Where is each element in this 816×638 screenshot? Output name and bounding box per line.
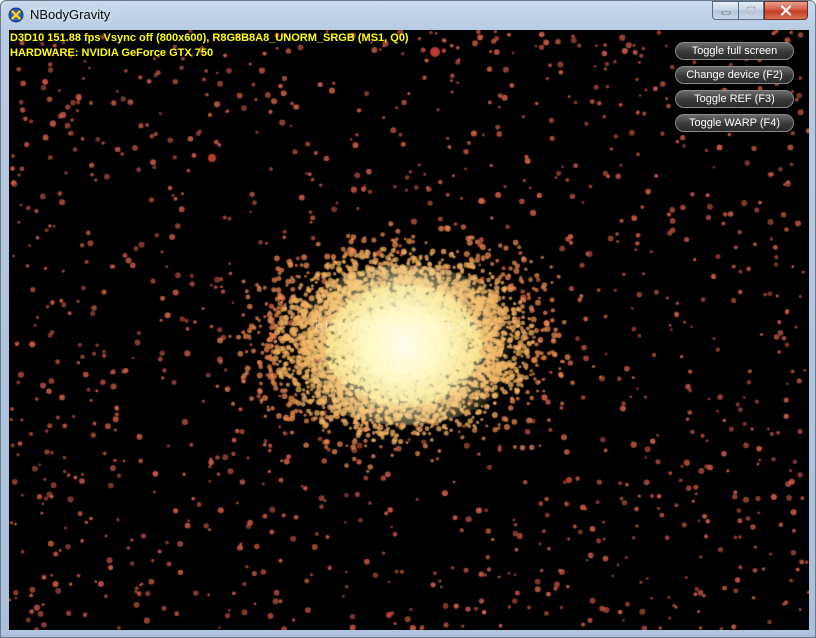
maximize-icon <box>746 6 756 15</box>
caption-buttons <box>712 1 808 20</box>
minimize-icon <box>721 11 730 14</box>
maximize-button[interactable] <box>738 1 764 20</box>
close-icon <box>780 5 792 16</box>
window-title: NBodyGravity <box>30 7 111 22</box>
hardware-text: HARDWARE: NVIDIA GeForce GTX 750 <box>10 47 214 59</box>
application-window: NBodyGravity D3D10 151.88 fps Vsync off … <box>0 0 816 638</box>
stats-overlay: D3D10 151.88 fps Vsync off (800x600), R8… <box>10 31 409 61</box>
change-device-button[interactable]: Change device (F2) <box>675 66 794 84</box>
toggle-warp-button[interactable]: Toggle WARP (F4) <box>675 114 794 132</box>
toggle-full-screen-button[interactable]: Toggle full screen <box>675 42 794 60</box>
minimize-button[interactable] <box>712 1 738 20</box>
directx-x-icon <box>8 7 24 23</box>
render-viewport[interactable]: D3D10 151.88 fps Vsync off (800x600), R8… <box>9 30 809 630</box>
title-bar[interactable]: NBodyGravity <box>1 1 815 30</box>
watermark-text: http://blog.csdn.net/ <box>314 317 479 335</box>
close-button[interactable] <box>764 1 808 20</box>
window-bottom-border <box>1 630 815 637</box>
fps-stats-text: D3D10 151.88 fps Vsync off (800x600), R8… <box>10 32 409 44</box>
toggle-ref-button[interactable]: Toggle REF (F3) <box>675 90 794 108</box>
